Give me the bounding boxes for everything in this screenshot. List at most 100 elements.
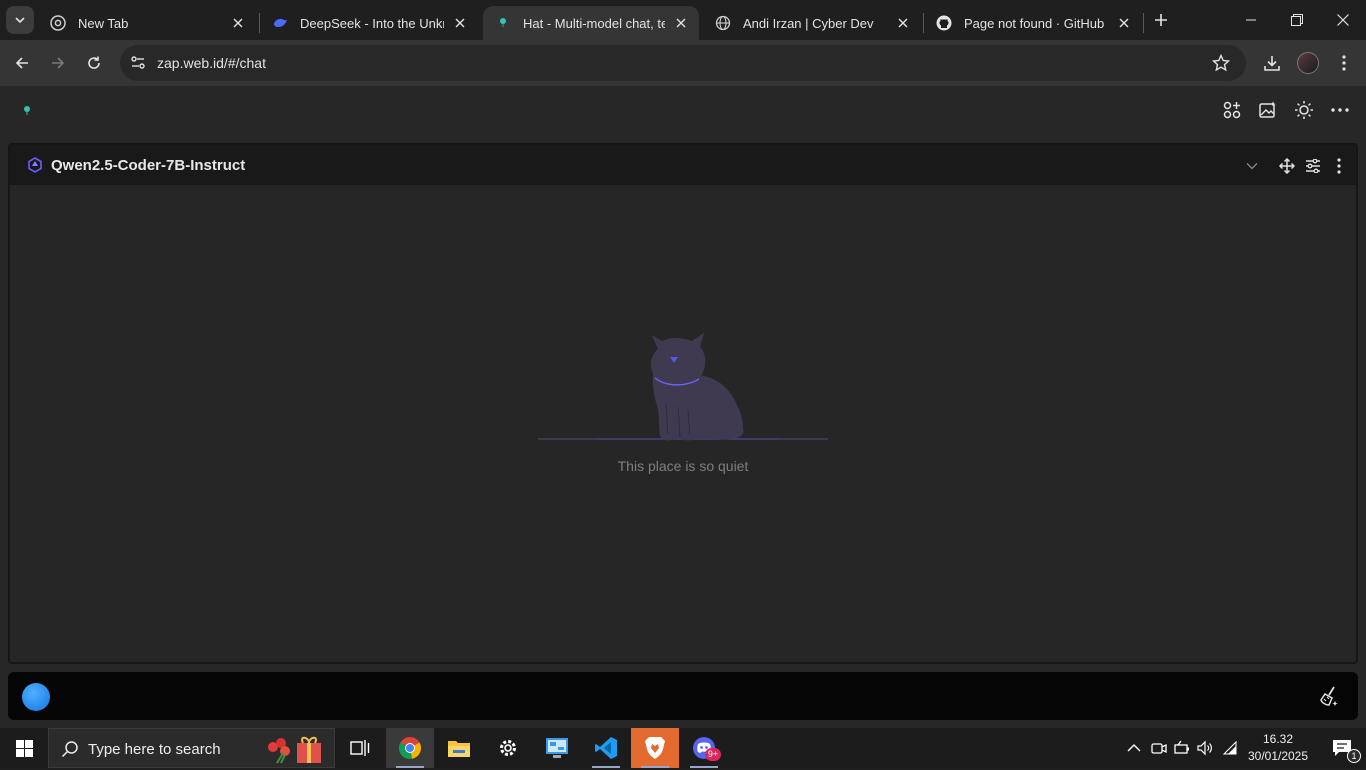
- model-name[interactable]: Qwen2.5-Coder-7B-Instruct: [51, 157, 245, 174]
- chat-panel-header: Qwen2.5-Coder-7B-Instruct: [10, 145, 1356, 185]
- close-tab-icon[interactable]: [230, 15, 246, 31]
- tab-hat-chat[interactable]: Hat - Multi-model chat, text: [483, 6, 699, 40]
- url-text: zap.web.id/#/chat: [157, 55, 266, 71]
- tab-deepseek[interactable]: DeepSeek - Into the Unknown: [260, 6, 478, 40]
- tab-separator: [1143, 13, 1144, 33]
- arrow-right-icon: [52, 57, 65, 69]
- tab-github[interactable]: Page not found · GitHub: [924, 6, 1142, 40]
- empty-state-cat-illustration: [538, 333, 828, 441]
- chrome-icon: [50, 15, 66, 31]
- tab-andi-irzan[interactable]: Andi Irzan | Cyber Dev: [703, 6, 921, 40]
- settings-sliders-icon[interactable]: [1304, 157, 1322, 175]
- browser-tab-strip: New Tab DeepSeek - Into the Unknown Hat …: [0, 0, 1366, 40]
- plus-icon: [1155, 14, 1167, 26]
- battery-plug-icon[interactable]: [1174, 740, 1190, 756]
- chat-app: Qwen2.5-Coder-7B-Instruct This place is …: [0, 86, 1366, 728]
- windows-logo-icon: [15, 739, 33, 757]
- browser-menu-button[interactable]: [1328, 47, 1360, 79]
- theme-toggle-sun-icon[interactable]: [1292, 98, 1316, 122]
- control-panel-icon: [546, 738, 568, 758]
- folder-icon: [448, 741, 470, 757]
- app-logo-icon[interactable]: [15, 98, 39, 122]
- taskbar-settings[interactable]: [484, 728, 532, 768]
- close-tab-icon[interactable]: [673, 15, 689, 31]
- download-icon: [1264, 56, 1280, 71]
- clear-chat-broom-icon[interactable]: [1318, 685, 1340, 712]
- bookmark-star-icon[interactable]: [1211, 53, 1231, 77]
- taskbar-file-explorer[interactable]: [435, 728, 483, 768]
- volume-icon[interactable]: [1197, 740, 1213, 756]
- kebab-menu-icon: [1342, 55, 1346, 71]
- tab-title: New Tab: [78, 15, 129, 31]
- tab-title: DeepSeek - Into the Unknown: [300, 15, 444, 31]
- back-button[interactable]: [6, 47, 38, 79]
- close-tab-icon[interactable]: [452, 15, 468, 31]
- github-icon: [936, 15, 952, 31]
- more-options-icon[interactable]: [1328, 98, 1352, 122]
- search-highlight-gift-icon[interactable]: [263, 733, 325, 770]
- profile-button[interactable]: [1292, 47, 1324, 79]
- close-tab-icon[interactable]: [1116, 15, 1132, 31]
- avatar: [1297, 52, 1319, 74]
- taskbar-discord[interactable]: 9+: [680, 728, 728, 768]
- task-view-icon: [350, 740, 370, 756]
- vscode-icon: [595, 737, 617, 759]
- panel-menu-icon[interactable]: [1330, 157, 1348, 175]
- action-center-button[interactable]: 1: [1318, 728, 1366, 768]
- taskbar-clock[interactable]: 16.32 30/01/2025: [1244, 731, 1312, 765]
- show-hidden-icons-chevron-up-icon[interactable]: [1126, 740, 1142, 756]
- taskbar-chrome[interactable]: [386, 728, 434, 768]
- minimize-icon: [1246, 19, 1256, 21]
- arrow-left-icon: [15, 57, 28, 69]
- chevron-down-icon[interactable]: [1243, 157, 1261, 175]
- chat-panel: Qwen2.5-Coder-7B-Instruct This place is …: [8, 143, 1358, 664]
- deepseek-icon: [272, 15, 288, 31]
- notification-count-badge: 1: [1347, 749, 1361, 763]
- model-logo-icon: [27, 157, 43, 178]
- restore-button[interactable]: [1274, 0, 1320, 40]
- taskbar-search-box[interactable]: Type here to search: [48, 728, 335, 768]
- reload-button[interactable]: [78, 47, 110, 79]
- search-placeholder: Type here to search: [88, 741, 221, 758]
- close-icon: [1337, 14, 1349, 26]
- taskbar-brave[interactable]: [631, 728, 679, 768]
- start-button[interactable]: [0, 728, 48, 768]
- tab-title: Andi Irzan | Cyber Dev: [743, 15, 874, 31]
- chat-input-bar[interactable]: [8, 672, 1358, 720]
- minimize-button[interactable]: [1228, 0, 1274, 40]
- close-tab-icon[interactable]: [895, 15, 911, 31]
- task-view-button[interactable]: [336, 728, 384, 768]
- gear-icon: [500, 740, 516, 756]
- restore-icon: [1291, 14, 1303, 26]
- empty-state-text: This place is so quiet: [617, 458, 749, 474]
- image-generation-icon[interactable]: [1256, 98, 1280, 122]
- search-icon: [61, 740, 79, 763]
- wifi-icon[interactable]: [1222, 740, 1238, 756]
- tab-title: Hat - Multi-model chat, text: [523, 15, 665, 31]
- hat-app-icon: [495, 15, 511, 31]
- downloads-button[interactable]: [1256, 47, 1288, 79]
- forward-button[interactable]: [42, 47, 74, 79]
- clock-time: 16.32: [1262, 732, 1294, 746]
- chevron-down-icon: [15, 17, 25, 24]
- tab-title: Page not found · GitHub: [964, 15, 1105, 31]
- close-window-button[interactable]: [1320, 0, 1366, 40]
- meet-now-icon[interactable]: [1151, 740, 1167, 756]
- tab-new-tab[interactable]: New Tab: [38, 6, 256, 40]
- apps-grid-icon[interactable]: [1220, 98, 1244, 122]
- address-bar[interactable]: zap.web.id/#/chat: [120, 45, 1246, 81]
- windows-taskbar: Type here to search 9+ 16.32 30/01/2025 …: [0, 728, 1366, 768]
- tab-search-button[interactable]: [6, 6, 34, 34]
- browser-toolbar: zap.web.id/#/chat: [0, 40, 1366, 86]
- new-tab-button[interactable]: [1145, 4, 1177, 36]
- move-icon[interactable]: [1278, 157, 1296, 175]
- taskbar-control-panel[interactable]: [533, 728, 581, 768]
- model-status-dot[interactable]: [22, 683, 50, 711]
- taskbar-vscode[interactable]: [582, 728, 630, 768]
- globe-icon: [715, 15, 731, 31]
- site-info-icon[interactable]: [129, 54, 147, 77]
- reload-icon: [88, 56, 100, 69]
- chrome-icon: [399, 737, 421, 759]
- brave-lion-icon: [645, 737, 665, 759]
- clock-date: 30/01/2025: [1247, 749, 1309, 763]
